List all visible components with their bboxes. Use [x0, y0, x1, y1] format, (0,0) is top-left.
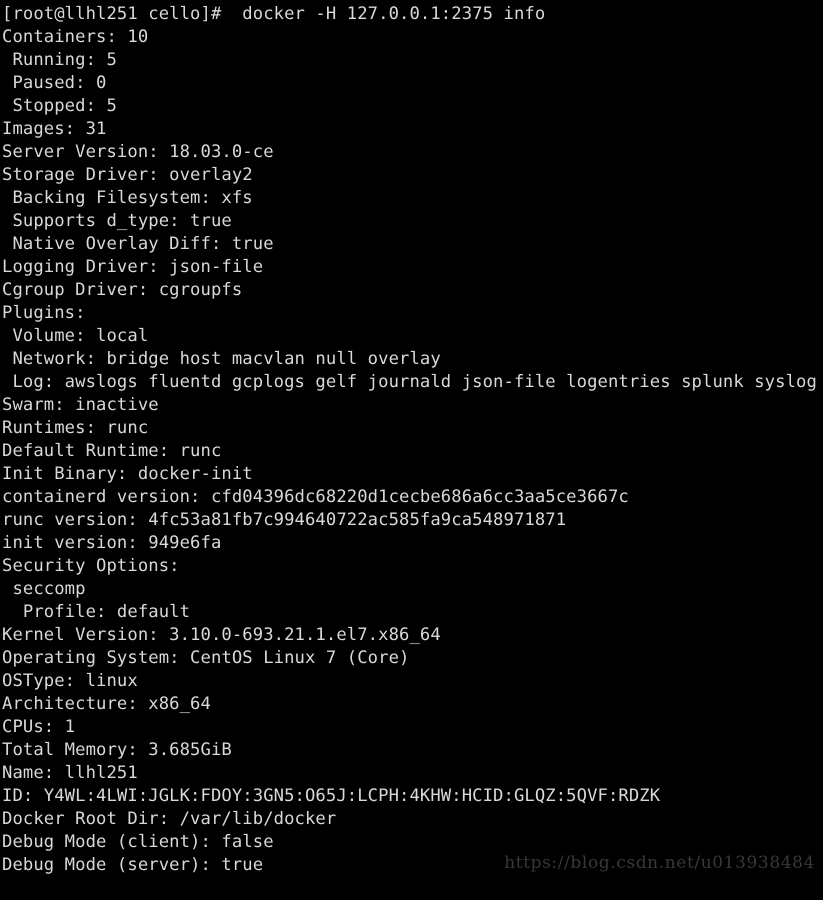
output-line: Paused: 0 [2, 73, 107, 93]
output-line: Server Version: 18.03.0-ce [2, 142, 274, 162]
output-line: Network: bridge host macvlan null overla… [2, 349, 441, 369]
output-line: Name: llhl251 [2, 763, 138, 783]
output-line: Storage Driver: overlay2 [2, 165, 253, 185]
output-line: OSType: linux [2, 671, 138, 691]
output-line: containerd version: cfd04396dc68220d1cec… [2, 487, 629, 507]
output-line: Containers: 10 [2, 27, 149, 47]
output-line: Init Binary: docker-init [2, 464, 253, 484]
output-line: Backing Filesystem: xfs [2, 188, 253, 208]
output-line: Log: awslogs fluentd gcplogs gelf journa… [2, 372, 817, 392]
output-line: Kernel Version: 3.10.0-693.21.1.el7.x86_… [2, 625, 441, 645]
output-line: CPUs: 1 [2, 717, 76, 737]
output-line: Supports d_type: true [2, 211, 232, 231]
output-line: Total Memory: 3.685GiB [2, 740, 232, 760]
output-line: Profile: default [2, 602, 191, 622]
output-line: Architecture: x86_64 [2, 694, 211, 714]
output-line: Debug Mode (client): false [2, 832, 274, 852]
output-line: runc version: 4fc53a81fb7c994640722ac585… [2, 510, 567, 530]
output-line: Images: 31 [2, 119, 107, 139]
output-line: Cgroup Driver: cgroupfs [2, 280, 243, 300]
output-line: Security Options: [2, 556, 180, 576]
output-line: Plugins: [2, 303, 86, 323]
output-line: Logging Driver: json-file [2, 257, 264, 277]
output-line: Docker Root Dir: /var/lib/docker [2, 809, 337, 829]
shell-prompt-command-line: [root@llhl251 cello]# docker -H 127.0.0.… [2, 4, 546, 24]
docker-info-output: Containers: 10 Running: 5 Paused: 0 Stop… [2, 26, 823, 877]
output-line: Volume: local [2, 326, 149, 346]
csdn-blog-watermark: https://blog.csdn.net/u013938484 [504, 853, 815, 873]
terminal-window[interactable]: [root@llhl251 cello]# docker -H 127.0.0.… [0, 0, 823, 880]
output-line: seccomp [2, 579, 86, 599]
output-line: Native Overlay Diff: true [2, 234, 274, 254]
output-line: init version: 949e6fa [2, 533, 222, 553]
output-line: Stopped: 5 [2, 96, 117, 116]
output-line: Running: 5 [2, 50, 117, 70]
output-line: Swarm: inactive [2, 395, 159, 415]
output-line: Runtimes: runc [2, 418, 149, 438]
output-line: Operating System: CentOS Linux 7 (Core) [2, 648, 410, 668]
output-line: ID: Y4WL:4LWI:JGLK:FDOY:3GN5:O65J:LCPH:4… [2, 786, 661, 806]
output-line: Default Runtime: runc [2, 441, 222, 461]
cursor-row [2, 877, 823, 900]
